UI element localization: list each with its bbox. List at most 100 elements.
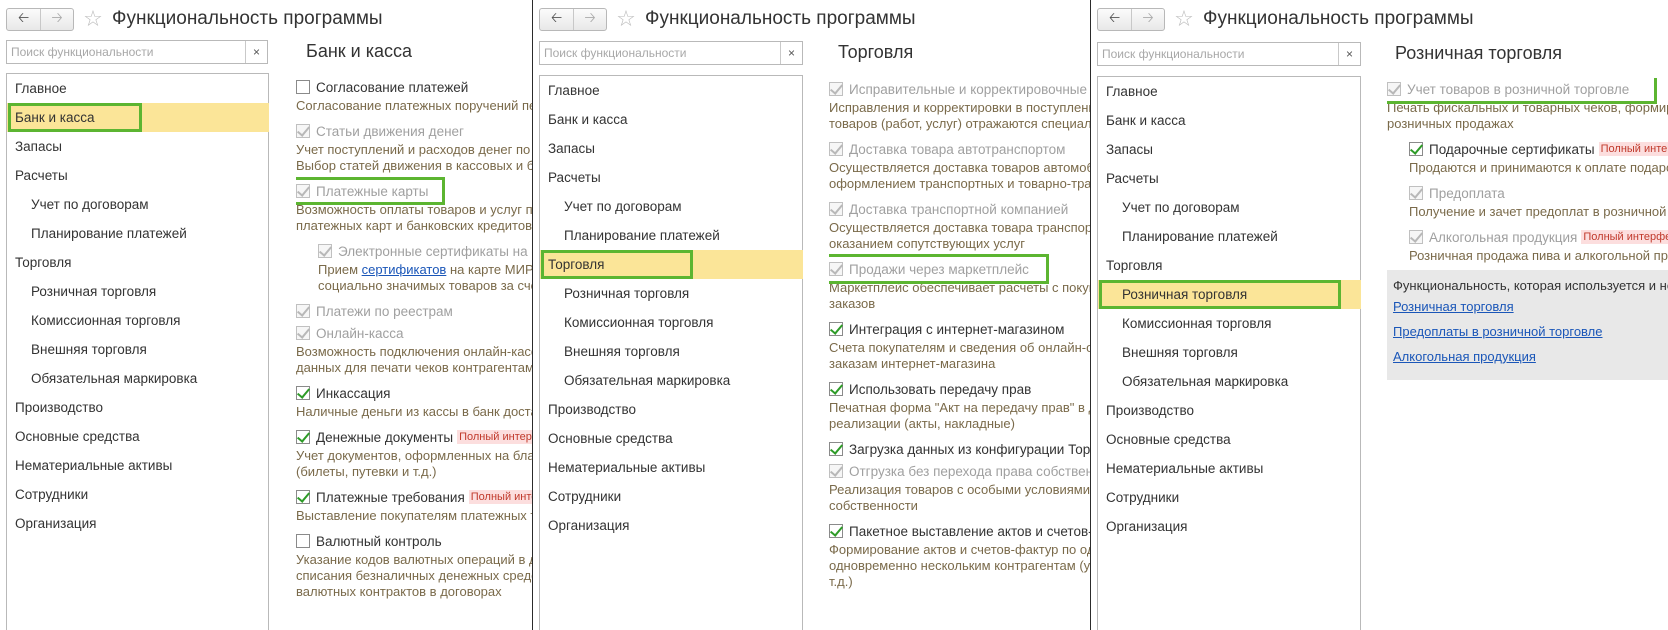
clear-icon[interactable]: × bbox=[1338, 43, 1360, 65]
checkbox[interactable] bbox=[1409, 230, 1423, 244]
checkbox[interactable] bbox=[296, 124, 310, 138]
option-payment-approval[interactable]: Согласование платежей bbox=[296, 76, 532, 98]
nav-item-retail[interactable]: Розничная торговля bbox=[540, 279, 802, 308]
option-retail-accounting[interactable]: Учет товаров в розничной торговле bbox=[1387, 78, 1668, 104]
nav-item-settlements[interactable]: Расчеты bbox=[1098, 164, 1360, 193]
nav-item-home[interactable]: Главное bbox=[7, 74, 268, 103]
nav-item-organization[interactable]: Организация bbox=[1098, 512, 1360, 541]
option-payment-cards[interactable]: Платежные карты bbox=[296, 177, 532, 205]
nav-item-contracts[interactable]: Учет по договорам bbox=[1098, 193, 1360, 222]
nav-item-bank[interactable]: Банк и касса bbox=[540, 105, 802, 134]
nav-item-trade[interactable]: Торговля bbox=[540, 250, 803, 279]
checkbox[interactable] bbox=[1387, 82, 1401, 96]
nav-item-contracts[interactable]: Учет по договорам bbox=[7, 190, 268, 219]
back-arrow-icon[interactable]: 🡠 bbox=[1098, 9, 1131, 30]
option-cash-flow-items[interactable]: Статьи движения денег bbox=[296, 120, 532, 142]
nav-item-retail[interactable]: Розничная торговля bbox=[1098, 280, 1361, 309]
option-electronic-certificates[interactable]: Электронные сертификаты на социально зна… bbox=[296, 240, 532, 262]
nav-item-home[interactable]: Главное bbox=[1098, 77, 1360, 106]
nav-item-contracts[interactable]: Учет по договорам bbox=[540, 192, 802, 221]
checkbox[interactable] bbox=[829, 382, 843, 396]
nav-item-production[interactable]: Производство bbox=[540, 395, 802, 424]
checkbox[interactable] bbox=[829, 142, 843, 156]
nav-item-employees[interactable]: Сотрудники bbox=[7, 480, 268, 509]
nav-item-marking[interactable]: Обязательная маркировка bbox=[1098, 367, 1360, 396]
nav-item-fixed-assets[interactable]: Основные средства bbox=[7, 422, 268, 451]
checkbox[interactable] bbox=[1409, 186, 1423, 200]
nav-item-intangibles[interactable]: Нематериальные активы bbox=[540, 453, 802, 482]
nav-item-marking[interactable]: Обязательная маркировка bbox=[540, 366, 802, 395]
option-trade-import[interactable]: Загрузка данных из конфигурации Торговля bbox=[829, 438, 1090, 460]
checkbox[interactable] bbox=[829, 524, 843, 538]
nav-item-marking[interactable]: Обязательная маркировка bbox=[7, 364, 268, 393]
checkbox[interactable] bbox=[296, 534, 310, 548]
nav-item-foreign[interactable]: Внешняя торговля bbox=[1098, 338, 1360, 367]
nav-item-fixed-assets[interactable]: Основные средства bbox=[1098, 425, 1360, 454]
forward-arrow-icon[interactable]: 🡢 bbox=[40, 8, 73, 30]
checkbox[interactable] bbox=[829, 322, 843, 336]
search-input[interactable] bbox=[7, 41, 245, 63]
option-currency-control[interactable]: Валютный контроль bbox=[296, 530, 532, 552]
option-cash-documents[interactable]: Денежные документыПолный интерфейс bbox=[296, 426, 532, 448]
forward-arrow-icon[interactable]: 🡢 bbox=[573, 8, 606, 30]
checkbox[interactable] bbox=[829, 442, 843, 456]
option-gift-certificates[interactable]: Подарочные сертификатыПолный интерфейс bbox=[1387, 138, 1668, 160]
checkbox[interactable] bbox=[829, 262, 843, 276]
nav-item-intangibles[interactable]: Нематериальные активы bbox=[1098, 454, 1360, 483]
nav-item-fixed-assets[interactable]: Основные средства bbox=[540, 424, 802, 453]
option-shipment-no-ownership[interactable]: Отгрузка без перехода права собственност… bbox=[829, 460, 1090, 482]
option-alcohol[interactable]: Алкогольная продукцияПолный интерфейс bbox=[1387, 226, 1668, 248]
checkbox[interactable] bbox=[296, 490, 310, 504]
nav-item-commission[interactable]: Комиссионная торговля bbox=[7, 306, 268, 335]
forward-arrow-icon[interactable]: 🡢 bbox=[1131, 8, 1164, 30]
link-prepayments[interactable]: Предоплаты в розничной торговле bbox=[1393, 324, 1663, 339]
nav-item-foreign[interactable]: Внешняя торговля bbox=[540, 337, 802, 366]
nav-item-stock[interactable]: Запасы bbox=[7, 132, 268, 161]
option-batch-invoices[interactable]: Пакетное выставление актов и счетов-факт… bbox=[829, 520, 1090, 542]
back-arrow-icon[interactable]: 🡠 bbox=[7, 9, 40, 30]
option-transport-company[interactable]: Доставка транспортной компанией bbox=[829, 198, 1090, 220]
checkbox[interactable] bbox=[296, 184, 310, 198]
option-online-store[interactable]: Интеграция с интернет-магазином bbox=[829, 318, 1090, 340]
clear-icon[interactable]: × bbox=[245, 41, 267, 63]
nav-item-payment-planning[interactable]: Планирование платежей bbox=[1098, 222, 1360, 251]
nav-item-production[interactable]: Производство bbox=[7, 393, 268, 422]
checkbox[interactable] bbox=[1409, 142, 1423, 156]
checkbox[interactable] bbox=[296, 386, 310, 400]
nav-item-intangibles[interactable]: Нематериальные активы bbox=[7, 451, 268, 480]
option-payment-requests[interactable]: Платежные требованияПолный интерфейс bbox=[296, 486, 532, 508]
option-auto-delivery[interactable]: Доставка товара автотранспортом bbox=[829, 138, 1090, 160]
link-alcohol[interactable]: Алкогольная продукция bbox=[1393, 349, 1663, 364]
nav-item-trade[interactable]: Торговля bbox=[1098, 251, 1360, 280]
nav-item-commission[interactable]: Комиссионная торговля bbox=[540, 308, 802, 337]
search-input[interactable] bbox=[540, 42, 780, 64]
nav-item-trade[interactable]: Торговля bbox=[7, 248, 268, 277]
nav-item-settlements[interactable]: Расчеты bbox=[7, 161, 268, 190]
nav-item-stock[interactable]: Запасы bbox=[540, 134, 802, 163]
search-input[interactable] bbox=[1098, 43, 1338, 65]
nav-item-employees[interactable]: Сотрудники bbox=[1098, 483, 1360, 512]
nav-item-payment-planning[interactable]: Планирование платежей bbox=[540, 221, 802, 250]
nav-item-settlements[interactable]: Расчеты bbox=[540, 163, 802, 192]
favorite-star-icon[interactable]: ☆ bbox=[80, 8, 106, 30]
favorite-star-icon[interactable]: ☆ bbox=[1171, 8, 1197, 30]
option-rights-transfer[interactable]: Использовать передачу прав bbox=[829, 378, 1090, 400]
clear-icon[interactable]: × bbox=[780, 42, 802, 64]
checkbox[interactable] bbox=[296, 304, 310, 318]
nav-item-stock[interactable]: Запасы bbox=[1098, 135, 1360, 164]
checkbox[interactable] bbox=[829, 202, 843, 216]
checkbox[interactable] bbox=[296, 430, 310, 444]
option-prepayment[interactable]: Предоплата bbox=[1387, 182, 1668, 204]
nav-item-foreign[interactable]: Внешняя торговля bbox=[7, 335, 268, 364]
checkbox[interactable] bbox=[296, 326, 310, 340]
nav-item-employees[interactable]: Сотрудники bbox=[540, 482, 802, 511]
option-collection[interactable]: Инкассация bbox=[296, 382, 532, 404]
option-correction-documents[interactable]: Исправительные и корректировочные докуме… bbox=[829, 78, 1090, 100]
option-marketplace[interactable]: Продажи через маркетплейс bbox=[829, 254, 1090, 284]
nav-item-home[interactable]: Главное bbox=[540, 76, 802, 105]
nav-item-payment-planning[interactable]: Планирование платежей bbox=[7, 219, 268, 248]
option-online-cashbox[interactable]: Онлайн-касса bbox=[296, 322, 532, 344]
nav-item-retail[interactable]: Розничная торговля bbox=[7, 277, 268, 306]
certificates-link[interactable]: сертификатов bbox=[362, 262, 447, 277]
link-retail[interactable]: Розничная торговля bbox=[1393, 299, 1663, 314]
